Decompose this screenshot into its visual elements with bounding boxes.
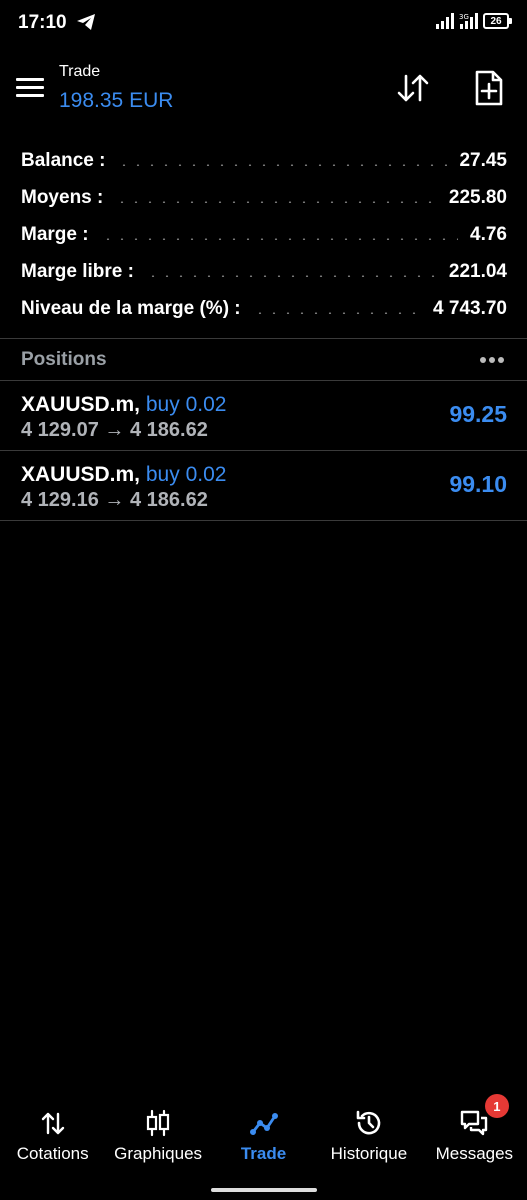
- summary-row-balance: Balance : 27.45: [21, 142, 507, 179]
- summary-value: 4 743.70: [433, 297, 507, 319]
- summary-value: 4.76: [470, 223, 507, 245]
- more-options-icon[interactable]: [479, 356, 505, 364]
- summary-value: 225.80: [448, 186, 507, 208]
- position-prices: 4 129.07 → 4 186.62: [21, 419, 208, 441]
- position-row[interactable]: XAUUSD.m, buy 0.02 4 129.07 → 4 186.62 9…: [0, 381, 527, 451]
- dotted-leader: [115, 200, 437, 203]
- history-icon: [356, 1110, 381, 1135]
- nav-item-charts[interactable]: Graphiques: [105, 1100, 210, 1180]
- network-type-label: 3G: [459, 13, 469, 21]
- divider: [0, 338, 527, 339]
- position-symbol-line: XAUUSD.m, buy 0.02: [21, 463, 226, 487]
- nav-label: Historique: [330, 1144, 408, 1163]
- sort-icon[interactable]: [395, 70, 431, 106]
- position-type: buy 0.02: [145, 463, 227, 486]
- new-order-icon[interactable]: [473, 70, 505, 106]
- telegram-icon: [77, 14, 95, 30]
- nav-label: Graphiques: [114, 1144, 203, 1163]
- dotted-leader: [252, 311, 422, 314]
- summary-row-free-margin: Marge libre : 221.04: [21, 253, 507, 290]
- account-summary: Balance : 27.45 Moyens : 225.80 Marge : …: [21, 142, 507, 327]
- position-profit: 99.10: [449, 471, 507, 497]
- summary-label: Moyens :: [21, 186, 104, 208]
- position-symbol-line: XAUUSD.m, buy 0.02: [21, 393, 226, 417]
- nav-item-messages[interactable]: 1 Messages: [422, 1094, 527, 1180]
- dotted-leader: [117, 163, 448, 166]
- summary-row-equity: Moyens : 225.80: [21, 179, 507, 216]
- position-profit: 99.25: [449, 401, 507, 427]
- header-balance: 198.35 EUR: [59, 89, 174, 112]
- position-prices: 4 129.16 → 4 186.62: [21, 489, 208, 511]
- nav-item-history[interactable]: Historique: [316, 1100, 421, 1180]
- divider: [0, 520, 527, 521]
- summary-label: Niveau de la marge (%) :: [21, 297, 241, 319]
- nav-label: Messages: [435, 1144, 514, 1163]
- quotes-icon: [41, 1112, 64, 1135]
- unread-badge: 1: [484, 1094, 509, 1118]
- dotted-leader: [100, 237, 459, 240]
- battery-level: 26: [490, 15, 502, 27]
- nav-item-quotes[interactable]: Cotations: [0, 1100, 105, 1180]
- nav-label: Cotations: [16, 1144, 89, 1163]
- menu-icon[interactable]: [16, 76, 44, 98]
- positions-header: Positions: [0, 340, 527, 380]
- position-symbol: XAUUSD.m,: [21, 393, 141, 416]
- nav-item-trade[interactable]: Trade: [211, 1100, 316, 1180]
- app-bar: Trade 198.35 EUR: [0, 56, 527, 120]
- messages-icon: [461, 1110, 488, 1136]
- summary-row-margin: Marge : 4.76: [21, 216, 507, 253]
- summary-label: Marge libre :: [21, 260, 134, 282]
- candles-icon: [147, 1109, 170, 1137]
- home-indicator[interactable]: [211, 1188, 317, 1192]
- bottom-navigation: Cotations Graphiques Trade Historique 1 …: [0, 1094, 527, 1180]
- signal-3g-icon: 3G: [459, 13, 478, 29]
- position-type: buy 0.02: [145, 393, 227, 416]
- summary-value: 27.45: [459, 149, 507, 171]
- page-title: Trade: [59, 63, 101, 80]
- position-row[interactable]: XAUUSD.m, buy 0.02 4 129.16 → 4 186.62 9…: [0, 451, 527, 521]
- dotted-leader: [145, 274, 437, 277]
- signal-group: 3G 26: [435, 12, 512, 30]
- position-symbol: XAUUSD.m,: [21, 463, 141, 486]
- summary-value: 221.04: [448, 260, 507, 282]
- status-time: 17:10: [18, 12, 67, 33]
- trade-icon: [249, 1113, 278, 1135]
- battery-icon: 26: [483, 13, 512, 29]
- nav-label: Trade: [240, 1144, 287, 1163]
- summary-label: Balance :: [21, 149, 106, 171]
- summary-row-margin-level: Niveau de la marge (%) : 4 743.70: [21, 290, 507, 327]
- signal-icon: [436, 13, 454, 29]
- status-bar: 17:10 3G 26: [0, 0, 527, 48]
- summary-label: Marge :: [21, 223, 89, 245]
- positions-title: Positions: [21, 349, 107, 370]
